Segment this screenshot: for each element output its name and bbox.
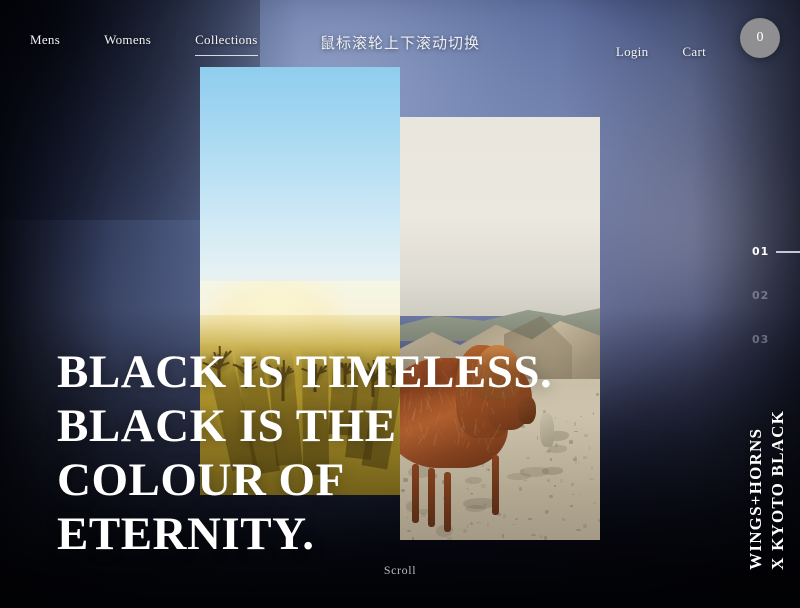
brand-vertical-label: WINGS+HORNS X KYOTO BLACK (744, 410, 788, 570)
pagination-item-01[interactable]: 01 (736, 245, 800, 289)
slide-pagination: 01 02 03 (736, 245, 800, 377)
photo-shade (400, 117, 600, 540)
top-navigation-bar: Mens Womens Collections 鼠标滚轮上下滚动切换 Login Ca… (0, 0, 800, 82)
brand-line-1: WINGS+HORNS (746, 410, 766, 570)
nav-item-login[interactable]: Login (616, 44, 649, 60)
nav-item-cart[interactable]: Cart (682, 44, 706, 60)
pagination-item-02[interactable]: 02 (736, 289, 800, 333)
brand-line-2: X KYOTO BLACK (768, 410, 788, 570)
pagination-active-tick (776, 251, 800, 253)
pagination-item-03[interactable]: 03 (736, 333, 800, 377)
utility-nav: Login Cart 0 (616, 18, 780, 58)
scroll-label: Scroll (0, 563, 800, 578)
cart-count-value: 0 (757, 30, 764, 46)
cart-count-badge[interactable]: 0 (740, 18, 780, 58)
slide-image-highland-cow[interactable] (400, 117, 600, 540)
hero-slider-stage: Mens Womens Collections 鼠标滚轮上下滚动切换 Login Ca… (0, 0, 800, 608)
photo-shade (200, 67, 400, 495)
slide-image-sunset-field[interactable] (200, 67, 400, 495)
pagination-label: 03 (752, 333, 769, 346)
pagination-label: 02 (752, 289, 769, 302)
pagination-label: 01 (752, 245, 769, 258)
